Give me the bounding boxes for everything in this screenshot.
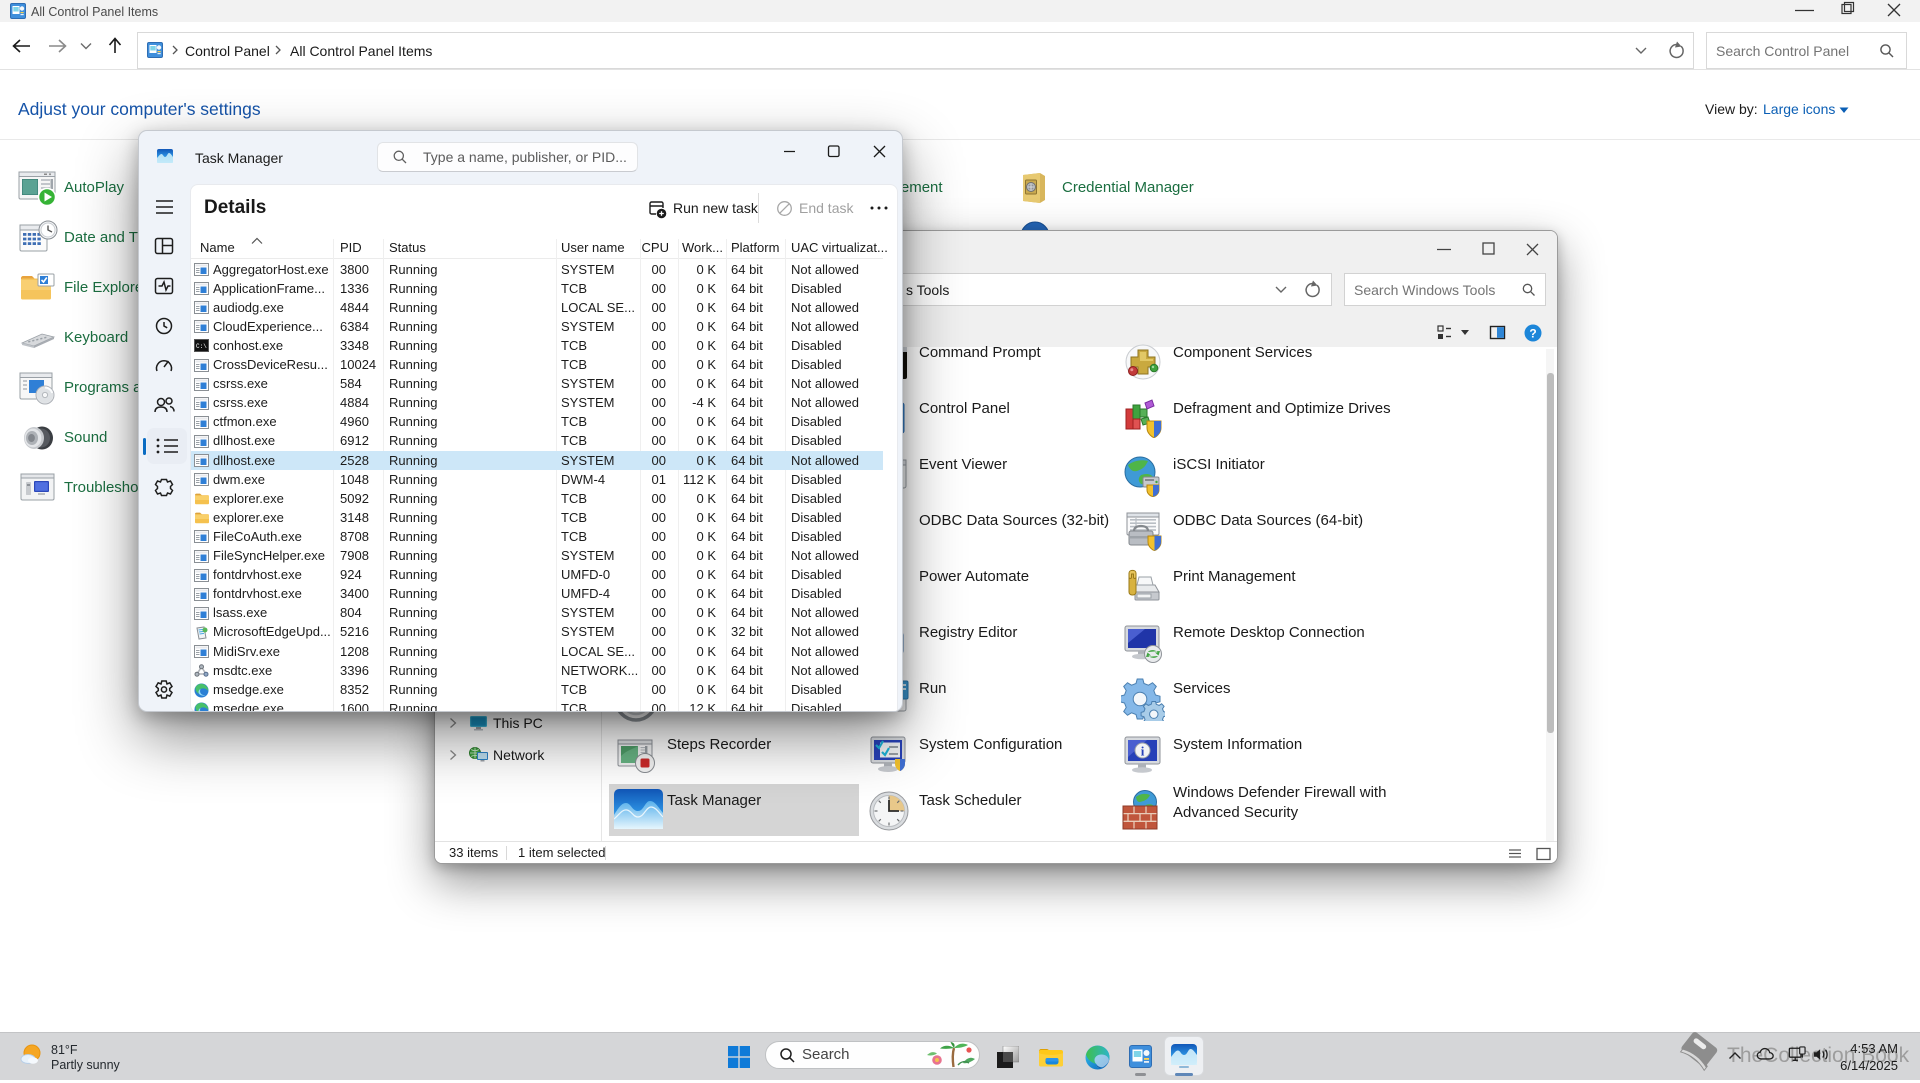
svg-text:?: ? (1529, 327, 1536, 341)
svg-text:C:\: C:\ (196, 343, 207, 350)
svg-text:i: i (1141, 744, 1145, 759)
